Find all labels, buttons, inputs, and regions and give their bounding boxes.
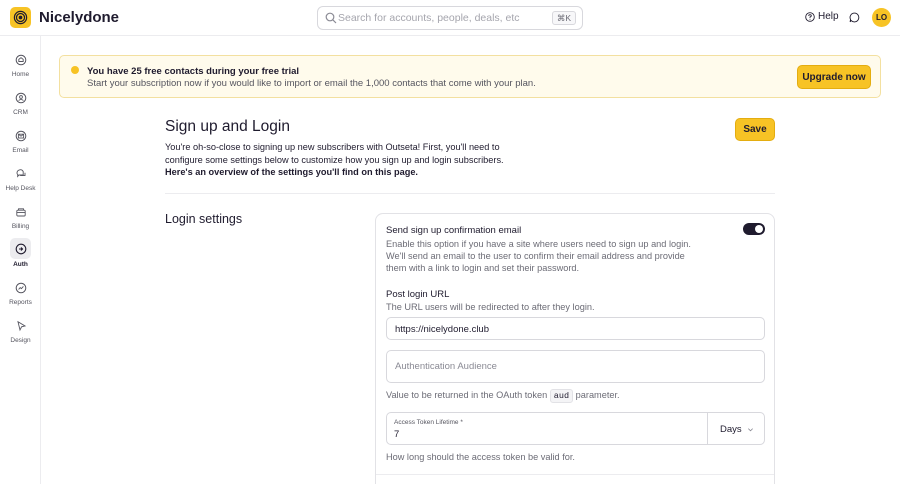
brand-name: Nicelydone [39, 9, 120, 26]
aud-code: aud [549, 389, 574, 403]
help-circle-icon [805, 11, 815, 22]
search-icon [325, 12, 337, 24]
sidebar-item-label: Auth [13, 261, 28, 268]
sidebar-item-help-desk[interactable]: Help Desk [0, 162, 41, 198]
sidebar-item-label: Billing [11, 223, 30, 230]
post-login-url-description: The URL users will be redirected to afte… [386, 302, 595, 312]
sidebar-item-auth[interactable]: Auth [0, 237, 41, 273]
help-label: Help [818, 11, 839, 22]
access-token-lifetime-help: How long should the access token be vali… [386, 452, 575, 462]
help-desk-icon [12, 165, 30, 183]
help-button[interactable]: Help [805, 11, 839, 22]
login-settings-title: Login settings [165, 212, 243, 226]
sidebar-item-design[interactable]: Design [0, 314, 41, 350]
confirmation-email-label: Send sign up confirmation email [386, 225, 522, 236]
card-divider [376, 474, 774, 475]
warning-dot-icon [71, 66, 79, 74]
sidebar-item-label: CRM [13, 109, 28, 116]
sidebar: Home CRM Email Help Desk Billing Auth Re… [0, 36, 41, 484]
sidebar-item-home[interactable]: Home [0, 48, 41, 84]
save-button[interactable]: Save [735, 118, 775, 141]
sidebar-item-email[interactable]: Email [0, 124, 41, 160]
lifetime-unit-value: Days [720, 424, 742, 435]
audience-help-before: Value to be returned in the OAuth token [386, 390, 548, 400]
reports-icon [12, 279, 30, 297]
post-login-url-label: Post login URL [386, 289, 450, 300]
design-icon [12, 317, 30, 335]
chat-bubble-icon[interactable] [849, 12, 860, 23]
upgrade-now-button[interactable]: Upgrade now [797, 65, 871, 89]
chevron-down-icon [747, 428, 753, 432]
audience-help-after: parameter. [575, 390, 620, 400]
access-token-lifetime-input[interactable]: 7 [394, 429, 399, 440]
trial-banner: You have 25 free contacts during your fr… [59, 55, 881, 98]
post-login-url-value: https://nicelydone.club [395, 324, 490, 335]
toggle-knob [755, 225, 763, 233]
field-separator [707, 413, 708, 444]
banner-subtitle: Start your subscription now if you would… [87, 78, 536, 89]
billing-icon [12, 203, 30, 221]
home-icon [12, 51, 30, 69]
sidebar-item-label: Help Desk [5, 185, 36, 192]
sidebar-item-crm[interactable]: CRM [0, 86, 41, 122]
email-icon [12, 127, 30, 145]
confirmation-email-toggle[interactable] [743, 223, 765, 235]
search-box[interactable]: ⌘K [317, 6, 583, 30]
user-avatar[interactable]: LO [872, 8, 891, 27]
authentication-audience-placeholder: Authentication Audience [395, 361, 497, 372]
crm-icon [12, 89, 30, 107]
search-shortcut-badge: ⌘K [551, 11, 576, 25]
authentication-audience-input[interactable]: Authentication Audience [386, 350, 765, 383]
sidebar-item-reports[interactable]: Reports [0, 276, 41, 312]
search-input[interactable] [338, 9, 548, 27]
sidebar-item-label: Home [11, 71, 30, 78]
sidebar-item-label: Email [12, 147, 29, 154]
banner-title: You have 25 free contacts during your fr… [87, 66, 300, 77]
intro-text: You're oh-so-close to signing up new sub… [165, 142, 504, 165]
intro-overview-link[interactable]: Here's an overview of the settings you'l… [165, 167, 418, 177]
login-settings-card: Send sign up confirmation email Enable t… [375, 213, 775, 484]
sidebar-item-billing[interactable]: Billing [0, 200, 41, 236]
post-login-url-input[interactable]: https://nicelydone.club [386, 317, 765, 340]
access-token-lifetime-label: Access Token Lifetime * [394, 419, 463, 426]
page-intro: You're oh-so-close to signing up new sub… [165, 141, 525, 179]
logo-icon[interactable] [10, 7, 31, 28]
section-divider [165, 193, 775, 194]
lifetime-unit-select[interactable]: Days [720, 424, 754, 435]
access-token-lifetime-field: Access Token Lifetime * 7 Days [386, 412, 765, 445]
auth-icon [10, 238, 31, 259]
confirmation-email-description: Enable this option if you have a site wh… [386, 239, 691, 273]
sidebar-item-label: Design [10, 337, 31, 344]
authentication-audience-help: Value to be returned in the OAuth token … [386, 389, 766, 403]
page-title: Sign up and Login [165, 118, 290, 135]
top-bar: Nicelydone ⌘K Help LO [0, 0, 900, 36]
sidebar-item-label: Reports [9, 299, 32, 306]
